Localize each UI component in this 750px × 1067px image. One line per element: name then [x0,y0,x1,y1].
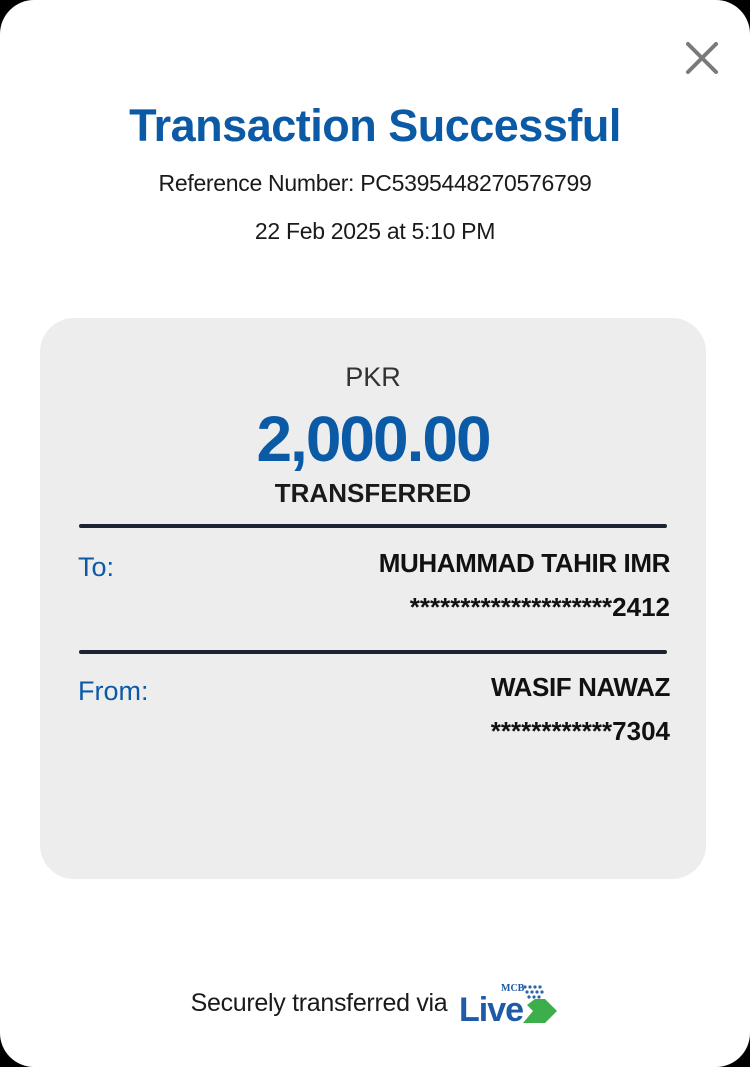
transaction-card: PKR 2,000.00 TRANSFERRED To: MUHAMMAD TA… [40,318,706,879]
footer: Securely transferred via Live MCB [0,978,750,1029]
transfer-status: TRANSFERRED [274,478,472,508]
close-icon [686,42,718,74]
footer-text: Securely transferred via [190,988,448,1017]
from-label: From: [78,676,149,706]
receipt-sheet: Transaction Successful Reference Number:… [0,0,750,1067]
divider [79,524,667,528]
divider [79,650,667,654]
recipient-account: ********************2412 [409,592,670,622]
transaction-datetime: 22 Feb 2025 at 5:10 PM [254,218,496,244]
page-title: Transaction Successful [129,100,621,151]
mcb-live-logo: Live MCB [457,979,559,1029]
reference-number: Reference Number: PC5395448270576799 [158,170,592,196]
to-label: To: [78,552,115,582]
recipient-name: MUHAMMAD TAHIR IMR [378,548,671,578]
transfer-amount: 2,000.00 [256,403,491,475]
close-button[interactable] [680,36,724,80]
currency-label: PKR [345,362,401,392]
sender-account: ************7304 [490,716,670,746]
svg-text:Live: Live [459,991,523,1027]
sender-name: WASIF NAWAZ [490,672,670,702]
svg-text:MCB: MCB [501,983,525,994]
